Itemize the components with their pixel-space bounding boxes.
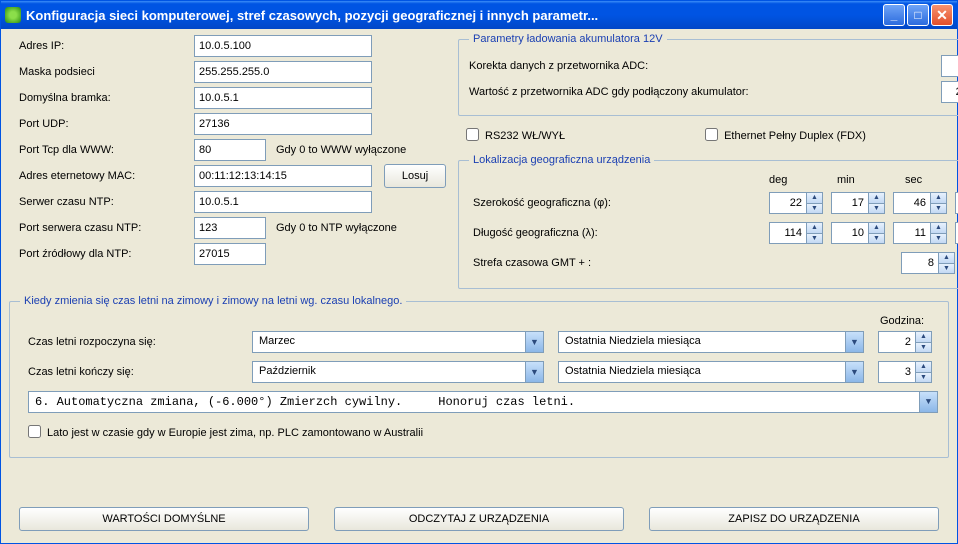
geo-sec-header: sec <box>905 174 957 186</box>
lon-sec-stepper[interactable]: ▲▼ <box>893 222 947 244</box>
chevron-down-icon[interactable]: ▼ <box>845 362 863 382</box>
gateway-label: Domyślna bramka: <box>9 92 194 104</box>
tcp-input[interactable] <box>194 139 266 161</box>
mac-random-button[interactable]: Losuj <box>384 164 446 188</box>
adc-val-stepper[interactable]: ▲▼ <box>941 81 958 103</box>
udp-input[interactable] <box>194 113 372 135</box>
dst-end-label: Czas letni kończy się: <box>28 366 238 378</box>
ntpport-label: Port serwera czasu NTP: <box>9 222 194 234</box>
geo-group: Lokalizacja geograficzna urządzenia deg … <box>458 154 958 289</box>
tz-stepper[interactable]: ▲▼ <box>901 252 955 274</box>
chevron-down-icon[interactable]: ▼ <box>845 332 863 352</box>
rs232-checkbox[interactable]: RS232 WŁ/WYŁ <box>466 128 565 142</box>
window-title: Konfiguracja sieci komputerowej, stref c… <box>26 8 883 23</box>
read-button[interactable]: ODCZYTAJ Z URZĄDZENIA <box>334 507 624 531</box>
gateway-input[interactable] <box>194 87 372 109</box>
dst-legend: Kiedy zmienia się czas letni na zimowy i… <box>20 295 406 307</box>
battery-group: Parametry ładowania akumulatora 12V Kore… <box>458 33 958 116</box>
close-button[interactable]: ✕ <box>931 4 953 26</box>
ip-input[interactable] <box>194 35 372 57</box>
tcp-label: Port Tcp dla WWW: <box>9 144 194 156</box>
dst-start-month-combo[interactable]: Marzec▼ <box>252 331 544 353</box>
ntpsrc-label: Port źródłowy dla NTP: <box>9 248 194 260</box>
tz-label: Strefa czasowa GMT + : <box>469 257 761 269</box>
chevron-down-icon[interactable]: ▼ <box>919 392 937 412</box>
maximize-button[interactable]: □ <box>907 4 929 26</box>
close-icon: ✕ <box>936 7 948 24</box>
lon-min-stepper[interactable]: ▲▼ <box>831 222 885 244</box>
chevron-down-icon[interactable]: ▼ <box>525 362 543 382</box>
lat-min-stepper[interactable]: ▲▼ <box>831 192 885 214</box>
lat-deg-stepper[interactable]: ▲▼ <box>769 192 823 214</box>
ntp-input[interactable] <box>194 191 372 213</box>
ip-label: Adres IP: <box>9 40 194 52</box>
mask-input[interactable] <box>194 61 372 83</box>
dst-start-week-combo[interactable]: Ostatnia Niedziela miesiąca▼ <box>558 331 864 353</box>
adc-val-label: Wartość z przetwornika ADC gdy podłączon… <box>469 86 931 98</box>
adc-corr-input[interactable] <box>942 56 958 76</box>
dst-group: Kiedy zmienia się czas letni na zimowy i… <box>9 295 949 458</box>
mask-label: Maska podsieci <box>9 66 194 78</box>
geo-min-header: min <box>837 174 889 186</box>
ntp-label: Serwer czasu NTP: <box>9 196 194 208</box>
ntpport-hint: Gdy 0 to NTP wyłączone <box>276 222 397 234</box>
adc-corr-stepper[interactable]: ▲▼ <box>941 55 958 77</box>
app-icon <box>5 7 21 23</box>
titlebar: Konfiguracja sieci komputerowej, stref c… <box>1 1 957 29</box>
lat-label: Szerokość geograficzna (φ): <box>469 197 761 209</box>
mac-label: Adres eternetowy MAC: <box>9 170 194 182</box>
lat-sec-stepper[interactable]: ▲▼ <box>893 192 947 214</box>
dst-hour-header: Godzina: <box>20 315 938 327</box>
dst-start-label: Czas letni rozpoczyna się: <box>28 336 238 348</box>
lon-deg-stepper[interactable]: ▲▼ <box>769 222 823 244</box>
adc-val-input[interactable] <box>942 82 958 102</box>
lon-label: Długość geograficzna (λ): <box>469 227 761 239</box>
dst-end-week-combo[interactable]: Ostatnia Niedziela miesiąca▼ <box>558 361 864 383</box>
chevron-down-icon[interactable]: ▼ <box>525 332 543 352</box>
window: Konfiguracja sieci komputerowej, stref c… <box>0 0 958 544</box>
udp-label: Port UDP: <box>9 118 194 130</box>
defaults-button[interactable]: WARTOŚCI DOMYŚLNE <box>19 507 309 531</box>
ntpport-input[interactable] <box>194 217 266 239</box>
save-button[interactable]: ZAPISZ DO URZĄDZENIA <box>649 507 939 531</box>
ntpsrc-input[interactable] <box>194 243 266 265</box>
dst-start-hour-stepper[interactable]: ▲▼ <box>878 331 932 353</box>
fdx-checkbox[interactable]: Ethernet Pełny Duplex (FDX) <box>705 128 866 142</box>
battery-legend: Parametry ładowania akumulatora 12V <box>469 33 667 45</box>
minimize-button[interactable]: _ <box>883 4 905 26</box>
geo-deg-header: deg <box>769 174 821 186</box>
maximize-icon: □ <box>914 8 921 22</box>
geo-legend: Lokalizacja geograficzna urządzenia <box>469 154 654 166</box>
minimize-icon: _ <box>891 8 898 22</box>
mac-input[interactable] <box>194 165 372 187</box>
dst-end-hour-stepper[interactable]: ▲▼ <box>878 361 932 383</box>
dst-end-month-combo[interactable]: Październik▼ <box>252 361 544 383</box>
adc-corr-label: Korekta danych z przetwornika ADC: <box>469 60 931 72</box>
south-hemisphere-checkbox[interactable]: Lato jest w czasie gdy w Europie jest zi… <box>28 425 423 439</box>
tcp-hint: Gdy 0 to WWW wyłączone <box>276 144 406 156</box>
dst-mode-combo[interactable]: 6. Automatyczna zmiana, (-6.000°) Zmierz… <box>28 391 938 413</box>
